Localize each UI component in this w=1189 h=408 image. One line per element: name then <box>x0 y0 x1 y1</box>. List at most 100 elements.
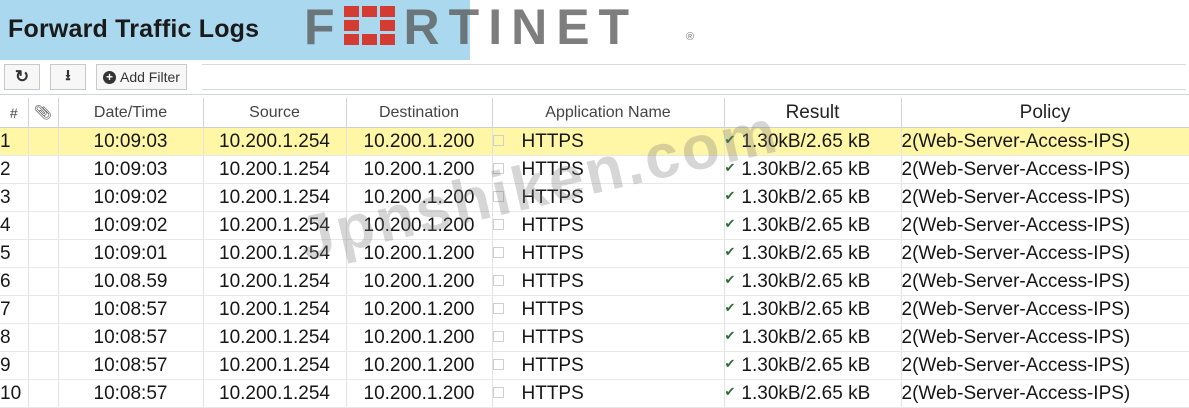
row-application: HTTPS <box>492 239 725 268</box>
row-source: 10.200.1.254 <box>203 267 347 296</box>
row-attachment-cell <box>28 155 59 184</box>
row-source: 10.200.1.254 <box>203 155 347 184</box>
row-destination: 10.200.1.200 <box>346 267 493 296</box>
application-icon <box>492 218 504 230</box>
row-number: 8 <box>0 323 29 352</box>
row-datetime: 10:09:03 <box>58 127 204 156</box>
application-icon <box>492 162 504 174</box>
toolbar: ↻ ⭳ + Add Filter <box>0 60 1189 95</box>
row-source: 10.200.1.254 <box>203 323 347 352</box>
column-header-destination[interactable]: Destination <box>346 98 493 128</box>
logo-letters: RTINET <box>403 0 639 55</box>
row-result-value: 1.30kB/2.65 kB <box>741 242 871 264</box>
fortinet-logo: F RTINET <box>304 2 638 52</box>
row-destination: 10.200.1.200 <box>346 155 493 184</box>
row-destination: 10.200.1.200 <box>346 127 493 156</box>
row-result: ✔ 1.30kB/2.65 kB <box>724 351 902 380</box>
row-result-value: 1.30kB/2.65 kB <box>741 214 871 236</box>
row-result-value: 1.30kB/2.65 kB <box>741 186 871 208</box>
refresh-icon: ↻ <box>14 67 30 86</box>
row-policy: 2(Web-Server-Access-IPS) <box>901 239 1189 268</box>
add-filter-label: Add Filter <box>120 69 180 85</box>
column-header-datetime[interactable]: Date/Time <box>58 98 204 128</box>
refresh-button[interactable]: ↻ <box>4 64 40 90</box>
table-row[interactable]: 10 10:08:57 10.200.1.254 10.200.1.200 HTTPS ✔… <box>0 379 1189 408</box>
row-result-value: 1.30kB/2.65 kB <box>741 382 871 404</box>
page-title: Forward Traffic Logs <box>8 15 260 43</box>
row-result-value: 1.30kB/2.65 kB <box>741 298 871 320</box>
check-icon: ✔ <box>724 215 736 231</box>
row-application-name: HTTPS <box>521 158 584 180</box>
check-icon: ✔ <box>724 271 736 287</box>
row-application: HTTPS <box>492 295 725 324</box>
row-policy: 2(Web-Server-Access-IPS) <box>901 211 1189 240</box>
row-policy: 2(Web-Server-Access-IPS) <box>901 155 1189 184</box>
row-application-name: HTTPS <box>521 354 584 376</box>
row-policy: 2(Web-Server-Access-IPS) <box>901 323 1189 352</box>
row-result: ✔ 1.30kB/2.65 kB <box>724 239 902 268</box>
row-datetime: 10:08:57 <box>58 351 204 380</box>
row-datetime: 10:09:03 <box>58 155 204 184</box>
table-row[interactable]: 6 10.08.59 10.200.1.254 10.200.1.200 HTTPS ✔ 1… <box>0 267 1189 296</box>
row-datetime: 10:08:57 <box>58 379 204 408</box>
download-button[interactable]: ⭳ <box>50 64 86 90</box>
row-destination: 10.200.1.200 <box>346 351 493 380</box>
column-header-number[interactable]: # <box>0 98 29 128</box>
table-row[interactable]: 1 10:09:03 10.200.1.254 10.200.1.200 HTTPS ✔ 1… <box>0 127 1189 156</box>
logo-mark <box>343 6 396 46</box>
row-result-value: 1.30kB/2.65 kB <box>741 158 871 180</box>
row-result: ✔ 1.30kB/2.65 kB <box>724 127 902 156</box>
application-icon <box>492 134 504 146</box>
row-policy: 2(Web-Server-Access-IPS) <box>901 379 1189 408</box>
row-application: HTTPS <box>492 155 725 184</box>
row-destination: 10.200.1.200 <box>346 379 493 408</box>
table-row[interactable]: 3 10:09:02 10.200.1.254 10.200.1.200 HTTPS ✔ 1… <box>0 183 1189 212</box>
table-row[interactable]: 7 10:08:57 10.200.1.254 10.200.1.200 HTTPS ✔ 1… <box>0 295 1189 324</box>
row-application-name: HTTPS <box>521 186 584 208</box>
row-result: ✔ 1.30kB/2.65 kB <box>724 211 902 240</box>
row-number: 6 <box>0 267 29 296</box>
table-row[interactable]: 4 10:09:02 10.200.1.254 10.200.1.200 HTTPS ✔ 1… <box>0 211 1189 240</box>
row-datetime: 10:08:57 <box>58 295 204 324</box>
table-row[interactable]: 8 10:08:57 10.200.1.254 10.200.1.200 HTTPS ✔ 1… <box>0 323 1189 352</box>
row-source: 10.200.1.254 <box>203 127 347 156</box>
row-attachment-cell <box>28 267 59 296</box>
application-icon <box>492 302 504 314</box>
application-icon <box>492 246 504 258</box>
row-destination: 10.200.1.200 <box>346 323 493 352</box>
application-icon <box>492 190 504 202</box>
column-header-policy[interactable]: Policy <box>901 98 1189 128</box>
check-icon: ✔ <box>724 299 736 315</box>
check-icon: ✔ <box>724 383 736 399</box>
row-datetime: 10:08:57 <box>58 323 204 352</box>
paperclip-icon: 📎︎ <box>34 104 52 120</box>
column-header-result[interactable]: Result <box>724 98 902 128</box>
check-icon: ✔ <box>724 355 736 371</box>
row-source: 10.200.1.254 <box>203 239 347 268</box>
logo-letter-f: F <box>304 0 344 55</box>
table-row[interactable]: 9 10:08:57 10.200.1.254 10.200.1.200 HTTPS ✔ 1… <box>0 351 1189 380</box>
row-application: HTTPS <box>492 127 725 156</box>
table-row[interactable]: 5 10:09:01 10.200.1.254 10.200.1.200 HTTPS ✔ 1… <box>0 239 1189 268</box>
row-result: ✔ 1.30kB/2.65 kB <box>724 267 902 296</box>
column-header-source[interactable]: Source <box>203 98 347 128</box>
row-datetime: 10:09:02 <box>58 211 204 240</box>
row-policy: 2(Web-Server-Access-IPS) <box>901 183 1189 212</box>
application-icon <box>492 274 504 286</box>
row-attachment-cell <box>28 351 59 380</box>
row-application-name: HTTPS <box>521 382 584 404</box>
row-application-name: HTTPS <box>521 130 584 152</box>
row-result-value: 1.30kB/2.65 kB <box>741 354 871 376</box>
application-icon <box>492 386 504 398</box>
row-result: ✔ 1.30kB/2.65 kB <box>724 323 902 352</box>
row-source: 10.200.1.254 <box>203 379 347 408</box>
check-icon: ✔ <box>724 243 736 259</box>
table-row[interactable]: 2 10:09:03 10.200.1.254 10.200.1.200 HTTPS ✔ 1… <box>0 155 1189 184</box>
row-number: 2 <box>0 155 29 184</box>
column-header-application[interactable]: Application Name <box>492 98 725 128</box>
column-header-attachment[interactable]: 📎︎ <box>28 98 59 128</box>
registered-mark: ® <box>686 31 695 43</box>
filter-input[interactable] <box>202 64 1186 90</box>
table-header-row: # 📎︎ Date/Time Source Destination Applic… <box>0 98 1189 128</box>
add-filter-button[interactable]: + Add Filter <box>96 64 187 90</box>
